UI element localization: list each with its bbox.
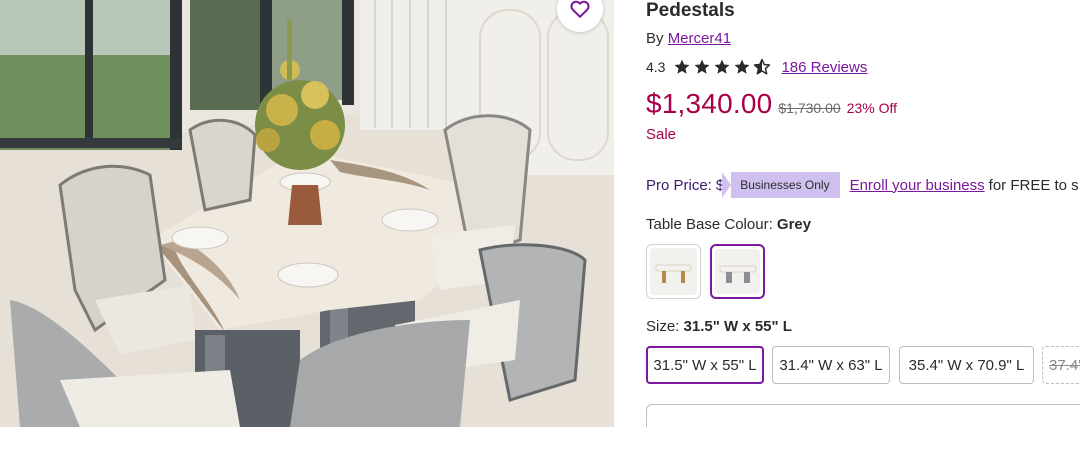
grey-base-swatch[interactable] <box>710 244 765 299</box>
heart-icon <box>570 0 590 18</box>
size-label-row: Size: 31.5" W x 55" L <box>646 318 792 335</box>
size-option-35-4x70-9[interactable]: 35.4" W x 70.9" L <box>899 346 1034 384</box>
page-bottom-strip <box>0 427 1080 459</box>
rating-value: 4.3 <box>646 59 666 75</box>
enroll-business-text: for FREE to s <box>988 176 1079 194</box>
price-row: $1,340.00 $1,730.00 23% Off <box>646 88 897 120</box>
rating-row: 4.3 186 Reviews <box>646 56 867 78</box>
table-thumbnail-icon <box>719 265 757 283</box>
dining-set-photo <box>0 0 614 427</box>
size-option-31-4x63[interactable]: 31.4" W x 63" L <box>772 346 890 384</box>
quantity-selector[interactable] <box>646 404 1080 427</box>
product-title: Pedestals <box>646 0 735 21</box>
gold-base-swatch[interactable] <box>646 244 701 299</box>
size-option-37-4-unavailable[interactable]: 37.4" <box>1042 346 1080 384</box>
star-icon <box>734 59 750 74</box>
pro-price-label: Pro Price: <box>646 176 712 194</box>
discount-percent: 23% Off <box>846 100 897 116</box>
sale-price: $1,340.00 <box>646 88 773 119</box>
by-prefix: By <box>646 30 664 47</box>
star-icon <box>694 59 710 74</box>
sale-label: Sale <box>646 126 677 143</box>
star-half-icon <box>754 58 771 75</box>
size-label: Size: <box>646 318 680 335</box>
gold-base-swatch-image <box>650 248 697 295</box>
product-image[interactable] <box>0 0 614 427</box>
businesses-only-badge: Businesses Only <box>722 172 840 198</box>
enroll-business-link[interactable]: Enroll your business <box>850 177 985 194</box>
size-selected: 31.5" W x 55" L <box>683 318 792 335</box>
grey-base-swatch-image <box>715 249 760 294</box>
base-colour-label-row: Table Base Colour: Grey <box>646 216 811 233</box>
reviews-link[interactable]: 186 Reviews <box>781 59 867 76</box>
original-price: $1,730.00 <box>778 100 841 116</box>
product-details-panel: Pedestals By Mercer41 4.3 186 Reviews $1… <box>646 0 1080 427</box>
star-icon <box>674 59 690 74</box>
businesses-only-label: Businesses Only <box>740 178 830 192</box>
star-icon <box>714 59 730 74</box>
size-option-31-5x55[interactable]: 31.5" W x 55" L <box>646 346 764 384</box>
brand-link[interactable]: Mercer41 <box>668 30 731 47</box>
brand-byline: By Mercer41 <box>646 30 731 47</box>
table-thumbnail-icon <box>655 264 692 283</box>
base-colour-label: Table Base Colour: <box>646 216 773 233</box>
base-colour-selected: Grey <box>776 216 812 233</box>
rating-stars <box>673 58 771 76</box>
pro-price-row: Pro Price: $ Businesses Only Enroll your… <box>646 172 1079 198</box>
